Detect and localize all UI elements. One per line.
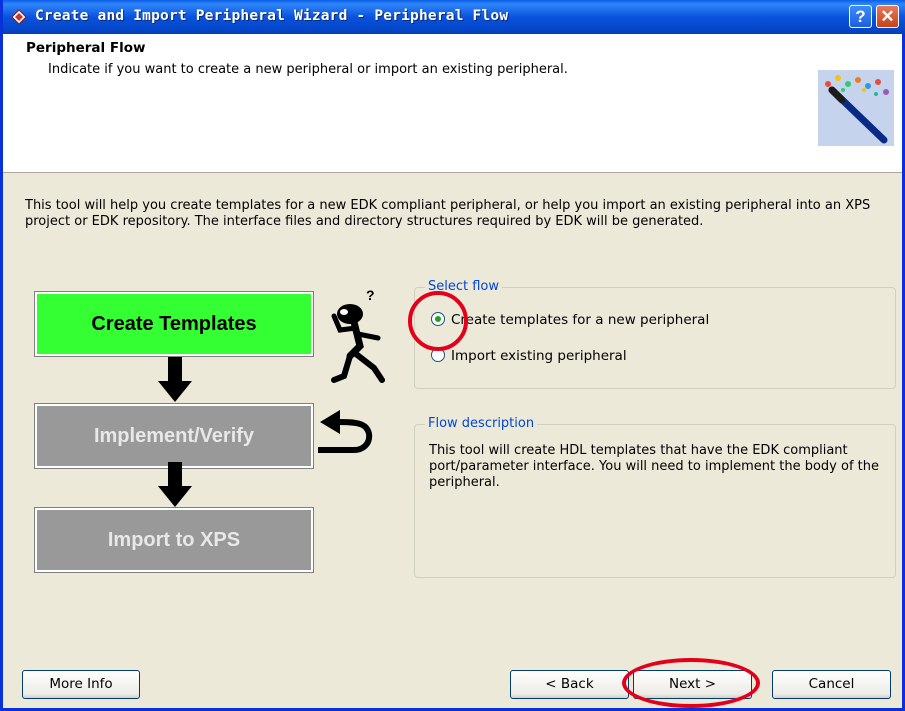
down-arrow-icon — [158, 357, 192, 402]
flow-description-group: Flow description This tool will create H… — [414, 416, 896, 578]
down-arrow-icon — [158, 462, 192, 507]
loop-arrow-icon — [318, 410, 372, 453]
help-button[interactable]: ? — [849, 5, 872, 28]
flow-step-implement-verify: Implement/Verify — [34, 403, 314, 469]
radio-button-unselected[interactable] — [431, 348, 445, 362]
flow-description-text: This tool will create HDL templates that… — [429, 443, 879, 490]
magic-wand-icon — [818, 70, 894, 146]
more-info-button[interactable]: More Info — [22, 670, 140, 699]
thinking-person-icon: ? — [331, 287, 385, 383]
cancel-button[interactable]: Cancel — [772, 670, 891, 699]
flow-step-create-templates: Create Templates — [34, 291, 314, 357]
radio-import-existing[interactable]: Import existing peripheral — [431, 348, 627, 364]
radio-button-selected[interactable] — [431, 312, 445, 326]
close-button[interactable]: ✕ — [876, 5, 899, 28]
svg-text:?: ? — [366, 287, 375, 303]
radio-create-templates-label: Create templates for a new peripheral — [451, 312, 710, 328]
flow-step-import-to-xps: Import to XPS — [34, 507, 314, 573]
title-bar[interactable]: Create and Import Peripheral Wizard - Pe… — [3, 0, 905, 34]
intro-text: This tool will help you create templates… — [25, 198, 871, 229]
radio-create-templates[interactable]: Create templates for a new peripheral — [431, 312, 709, 328]
page-title: Peripheral Flow — [26, 40, 146, 56]
xilinx-app-icon — [11, 9, 27, 25]
next-button[interactable]: Next > — [633, 670, 752, 699]
page-subtitle: Indicate if you want to create a new per… — [48, 62, 568, 77]
flow-description-label: Flow description — [425, 416, 538, 431]
select-flow-label: Select flow — [425, 279, 503, 294]
back-button[interactable]: < Back — [510, 670, 629, 699]
radio-import-existing-label: Import existing peripheral — [451, 348, 627, 364]
window-title: Create and Import Peripheral Wizard - Pe… — [35, 8, 509, 24]
select-flow-group: Select flow Create templates for a new p… — [414, 279, 896, 389]
